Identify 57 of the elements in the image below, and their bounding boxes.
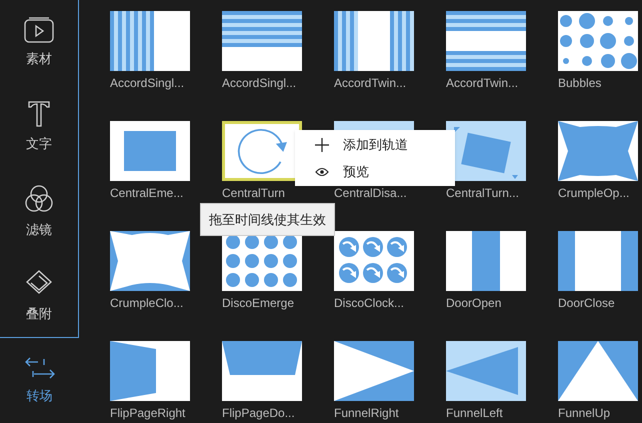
rotated-rectangle-drawing[interactable] [446, 121, 526, 181]
accordion-stripes-drawing[interactable] [334, 11, 414, 71]
triangle-drawing[interactable] [558, 341, 638, 401]
transition-arrows-icon [24, 356, 56, 380]
sidebar-tab[interactable]: 滤镜 [0, 169, 79, 254]
trapezoid-drawing[interactable] [222, 341, 302, 401]
tab-label: 转场 [26, 386, 52, 405]
transition-label: FlipPageRight [110, 406, 186, 420]
transition-label: CentralEme... [110, 186, 184, 200]
rotation-arrow-drawing[interactable] [222, 121, 302, 181]
door-drawing[interactable] [446, 231, 526, 291]
transition-label: AccordSingl... [222, 76, 298, 90]
transition-label: CentralDisa... [334, 186, 408, 200]
star-shape-drawing[interactable] [110, 231, 190, 291]
transition-label: AccordTwin... [446, 76, 520, 90]
tooltip: 拖至时间线使其生效 [200, 203, 335, 236]
sidebar-tab[interactable]: 素材 [0, 0, 79, 85]
transition-label: FunnelLeft [446, 406, 504, 420]
transition-label: DoorOpen [446, 296, 502, 310]
transition-label: DoorClose [558, 296, 616, 310]
accordion-stripes-drawing[interactable] [110, 11, 190, 71]
plus-icon [315, 138, 329, 152]
transition-label: CentralTurn [222, 186, 286, 200]
transition-label: DiscoClock... [334, 296, 406, 310]
sidebar-tab[interactable]: 叠附 [0, 254, 79, 338]
square-drawing[interactable] [110, 121, 190, 181]
star-shape-drawing[interactable] [558, 121, 638, 181]
transition-label: FunnelUp [558, 406, 612, 420]
door-drawing[interactable] [558, 231, 638, 291]
arrow-circles-drawing[interactable] [334, 231, 414, 291]
accordion-stripes-drawing[interactable] [222, 11, 302, 71]
transition-label: AccordSingl... [110, 76, 186, 90]
transition-label: FlipPageDo... [222, 406, 296, 420]
transition-label: CrumpleOp... [558, 186, 630, 200]
transition-label: CentralTurn... [446, 186, 520, 200]
tab-label: 素材 [26, 50, 52, 68]
sidebar-tab[interactable]: 文字 [0, 84, 79, 170]
transition-label: DiscoEmerge [222, 296, 296, 310]
circles-icon [24, 184, 54, 214]
transition-label: Bubbles [558, 76, 602, 90]
sidebar-tab[interactable]: 转场 [0, 338, 79, 423]
eye-icon [315, 166, 329, 176]
tab-label: 叠附 [26, 304, 52, 323]
video-icon [24, 16, 54, 43]
transition-label: FunnelRight [334, 406, 400, 420]
menu-item[interactable]: 预览 [295, 158, 455, 185]
tab-label: 文字 [26, 135, 52, 154]
triangle-drawing[interactable] [446, 341, 526, 401]
accordion-stripes-drawing[interactable] [446, 11, 526, 71]
tab-label: 滤镜 [26, 220, 52, 239]
text-icon [27, 100, 51, 128]
triangle-drawing[interactable] [334, 341, 414, 401]
bubbles-drawing[interactable] [558, 11, 638, 71]
trapezoid-drawing[interactable] [110, 341, 190, 401]
transition-label: CrumpleClo... [110, 296, 184, 310]
menu-item[interactable]: 添加到轨道 [295, 131, 455, 158]
transition-label: AccordTwin... [334, 76, 408, 90]
